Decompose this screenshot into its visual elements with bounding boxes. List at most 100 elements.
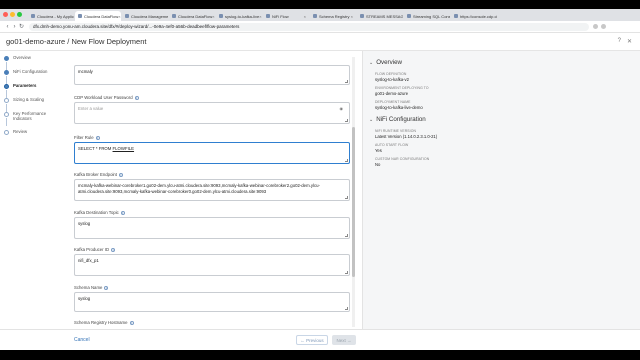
info-icon[interactable]: i: [119, 172, 123, 177]
tab-label: Cloudera - My Applications: [37, 13, 74, 19]
resize-handle-icon[interactable]: [345, 119, 348, 122]
profile-icon[interactable]: [601, 24, 606, 29]
scrollbar-thumb[interactable]: [352, 127, 355, 277]
step-label: Overview: [13, 55, 31, 60]
kafka-broker-value: mcmaly-kafka-webinar-corebroker1.go02-de…: [78, 183, 320, 194]
password-input[interactable]: Enter a value ◉: [74, 102, 350, 124]
overview-item: ENVIRONMENT DEPLOYING TO go01-demo-azure: [375, 86, 634, 96]
password-placeholder: Enter a value: [78, 106, 104, 111]
tab-label: STREAMS MESSAGING MA: [366, 13, 403, 19]
close-window-icon[interactable]: [3, 12, 8, 17]
favicon-icon: [454, 14, 458, 18]
cancel-button[interactable]: Cancel: [74, 337, 90, 343]
browser-tab[interactable]: Cloudera DataFlow ×: [169, 11, 215, 21]
destination-topic-value: syslog: [78, 221, 91, 226]
close-tab-icon[interactable]: ×: [212, 14, 214, 19]
step-indicator-icon: [4, 130, 9, 135]
info-icon[interactable]: i: [111, 247, 116, 252]
page-title: go01-demo-azure / New Flow Deployment: [6, 37, 147, 46]
resize-handle-icon[interactable]: [345, 234, 348, 237]
step-label: Sizing & Scaling: [13, 97, 45, 102]
filter-rule-field: Filter Rule i SELECT * FROM FLOWFILE: [74, 135, 350, 164]
info-icon[interactable]: i: [104, 285, 109, 290]
tab-label: Streaming SQL Console: [413, 13, 450, 19]
chevron-down-icon: ⌄: [369, 59, 374, 66]
close-tab-icon[interactable]: ×: [304, 14, 306, 19]
resize-handle-icon[interactable]: [345, 307, 348, 310]
password-label: CDP Workload User Password i: [74, 95, 139, 100]
close-icon[interactable]: ✕: [627, 38, 632, 45]
producer-id-input[interactable]: nifi_dfx_p1: [74, 254, 350, 276]
step-4[interactable]: Key Performance Indicators: [4, 111, 64, 129]
browser-tab[interactable]: Cloudera DataFlow ×: [75, 11, 121, 21]
favicon-icon: [360, 14, 364, 18]
browser-tab[interactable]: Schema Registry ×: [310, 11, 356, 21]
resize-handle-icon[interactable]: [345, 159, 348, 162]
step-indicator-icon: [4, 56, 9, 61]
browser-tab[interactable]: https://console.cdp.cloudera×: [451, 11, 497, 21]
form-scrollbar[interactable]: [352, 57, 355, 327]
resize-handle-icon[interactable]: [345, 196, 348, 199]
eye-icon[interactable]: ◉: [340, 106, 344, 112]
resize-handle-icon[interactable]: [345, 80, 348, 83]
overview-section-title[interactable]: ⌄ Overview: [369, 59, 634, 66]
schema-registry-label: Schema Registry Hostname i: [74, 320, 134, 325]
filter-rule-input[interactable]: SELECT * FROM FLOWFILE: [74, 142, 350, 164]
close-tab-icon[interactable]: ×: [259, 14, 261, 19]
step-connector: [6, 118, 7, 126]
kafka-broker-input[interactable]: mcmaly-kafka-webinar-corebroker1.go02-de…: [74, 179, 350, 201]
back-arrow-icon[interactable]: ‹: [4, 24, 11, 30]
destination-topic-label: Kafka Destination Topic i: [74, 210, 125, 215]
overview-item-key: CUSTOM NAR CONFIGURATION: [375, 157, 430, 161]
browser-tab[interactable]: syslog-to-kafka-live ×: [216, 11, 262, 21]
forward-arrow-icon[interactable]: ›: [11, 24, 18, 30]
producer-id-field: Kafka Producer ID i nifi_dfx_p1: [74, 247, 350, 276]
workload-user-value: mcmaly: [78, 69, 93, 74]
previous-button[interactable]: ← Previous: [296, 335, 328, 345]
chevron-down-icon: ⌄: [369, 116, 374, 123]
next-button[interactable]: Next →: [332, 335, 356, 345]
browser-tab[interactable]: NiFi Flow ×: [263, 11, 309, 21]
producer-id-label: Kafka Producer ID i: [74, 247, 116, 252]
maximize-window-icon[interactable]: [17, 12, 22, 17]
info-icon[interactable]: i: [120, 210, 125, 215]
step-indicator-icon: [4, 84, 9, 89]
schema-name-input[interactable]: syslog: [74, 292, 350, 312]
tab-label: Schema Registry: [319, 13, 350, 19]
step-indicator-icon: [4, 112, 9, 117]
minimize-window-icon[interactable]: [10, 12, 15, 17]
browser-tab[interactable]: Cloudera - My Applications×: [28, 11, 74, 21]
step-3[interactable]: Sizing & Scaling: [4, 97, 64, 112]
url-field[interactable]: dfx.dmh-demo.yonu-am.cloudera.site/dfx/#…: [29, 22, 589, 31]
browser-tabs: Cloudera - My Applications×Cloudera Data…: [28, 11, 498, 21]
tab-label: Cloudera Management Cons: [131, 13, 168, 19]
extension-icon[interactable]: [593, 24, 598, 29]
workload-user-input[interactable]: mcmaly: [74, 65, 350, 85]
help-icon[interactable]: ?: [618, 38, 621, 45]
workload-user-field: mcmaly: [74, 65, 350, 85]
browser-tab[interactable]: STREAMS MESSAGING MA×: [357, 11, 403, 21]
tab-label: syslog-to-kafka-live: [225, 13, 260, 19]
info-icon[interactable]: i: [134, 95, 139, 100]
reload-icon[interactable]: ↻: [18, 23, 25, 30]
favicon-icon: [219, 14, 223, 18]
step-label: NiFi Configuration: [13, 69, 48, 74]
overview-item: DEPLOYMENT NAME syslog-to-kafka-live-demo: [375, 100, 634, 110]
overview-item-key: DEPLOYMENT NAME: [375, 100, 411, 104]
producer-id-value: nifi_dfx_p1: [78, 258, 99, 263]
browser-tab[interactable]: Streaming SQL Console×: [404, 11, 450, 21]
browser-tab[interactable]: Cloudera Management Cons×: [122, 11, 168, 21]
nifi-config-section-title[interactable]: ⌄ NiFi Configuration: [369, 116, 634, 123]
window-controls: [3, 12, 22, 17]
step-1[interactable]: NiFi Configuration: [4, 69, 64, 84]
resize-handle-icon[interactable]: [345, 271, 348, 274]
destination-topic-input[interactable]: syslog: [74, 217, 350, 239]
info-icon[interactable]: i: [129, 320, 134, 325]
close-tab-icon[interactable]: ×: [351, 14, 353, 19]
favicon-icon: [78, 14, 82, 18]
close-tab-icon[interactable]: ×: [118, 14, 120, 19]
step-5[interactable]: Review: [4, 129, 64, 143]
step-2[interactable]: Parameters: [4, 83, 64, 98]
step-0[interactable]: Overview: [4, 55, 64, 70]
info-icon[interactable]: i: [95, 135, 100, 140]
